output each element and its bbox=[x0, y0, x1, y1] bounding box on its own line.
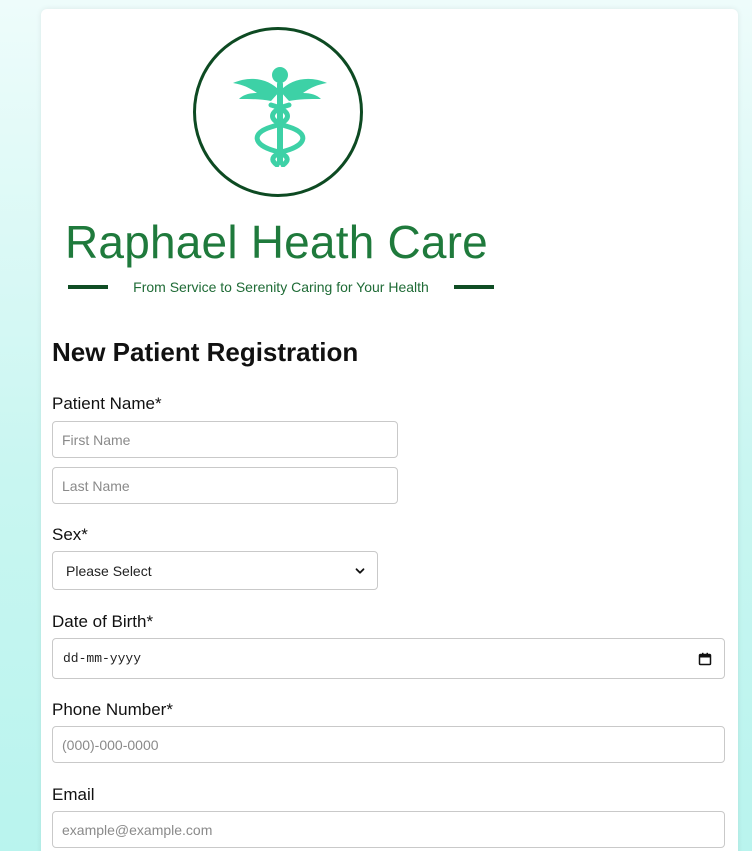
phone-input[interactable] bbox=[52, 726, 725, 763]
sex-select[interactable]: Please Select bbox=[52, 551, 378, 590]
registration-card: Raphael Heath Care From Service to Seren… bbox=[41, 9, 738, 851]
chevron-down-icon bbox=[355, 567, 365, 574]
first-name-input[interactable] bbox=[52, 421, 398, 458]
required-mark: * bbox=[146, 612, 154, 631]
brand-logo: Raphael Heath Care From Service to Seren… bbox=[41, 9, 561, 309]
sex-select-value: Please Select bbox=[66, 562, 152, 579]
calendar-icon[interactable] bbox=[698, 652, 712, 666]
caduceus-icon bbox=[233, 67, 327, 167]
dob-label-text: Date of Birth bbox=[52, 612, 147, 631]
phone-label: Phone Number* bbox=[52, 700, 173, 720]
tagline-rule-left bbox=[68, 285, 108, 289]
brand-name: Raphael Heath Care bbox=[65, 216, 488, 268]
email-label-text: Email bbox=[52, 785, 95, 804]
required-mark: * bbox=[81, 525, 88, 544]
patient-name-label: Patient Name* bbox=[52, 394, 162, 414]
last-name-input[interactable] bbox=[52, 467, 398, 504]
email-label: Email bbox=[52, 785, 95, 805]
sex-label-text: Sex bbox=[52, 525, 82, 544]
tagline-rule-right bbox=[454, 285, 494, 289]
required-mark: * bbox=[155, 394, 162, 413]
dob-label: Date of Birth* bbox=[52, 612, 153, 632]
sex-label: Sex* bbox=[52, 525, 88, 545]
phone-label-text: Phone Number bbox=[52, 700, 167, 719]
brand-tagline: From Service to Serenity Caring for Your… bbox=[133, 279, 429, 295]
email-input[interactable] bbox=[52, 811, 725, 848]
tagline-row: From Service to Serenity Caring for Your… bbox=[68, 277, 494, 297]
dob-input[interactable]: dd-mm-yyyy bbox=[52, 638, 725, 679]
required-mark: * bbox=[166, 700, 173, 719]
patient-name-label-text: Patient Name bbox=[52, 394, 155, 413]
dob-input-value: dd-mm-yyyy bbox=[63, 651, 142, 666]
form-title: New Patient Registration bbox=[52, 337, 359, 367]
